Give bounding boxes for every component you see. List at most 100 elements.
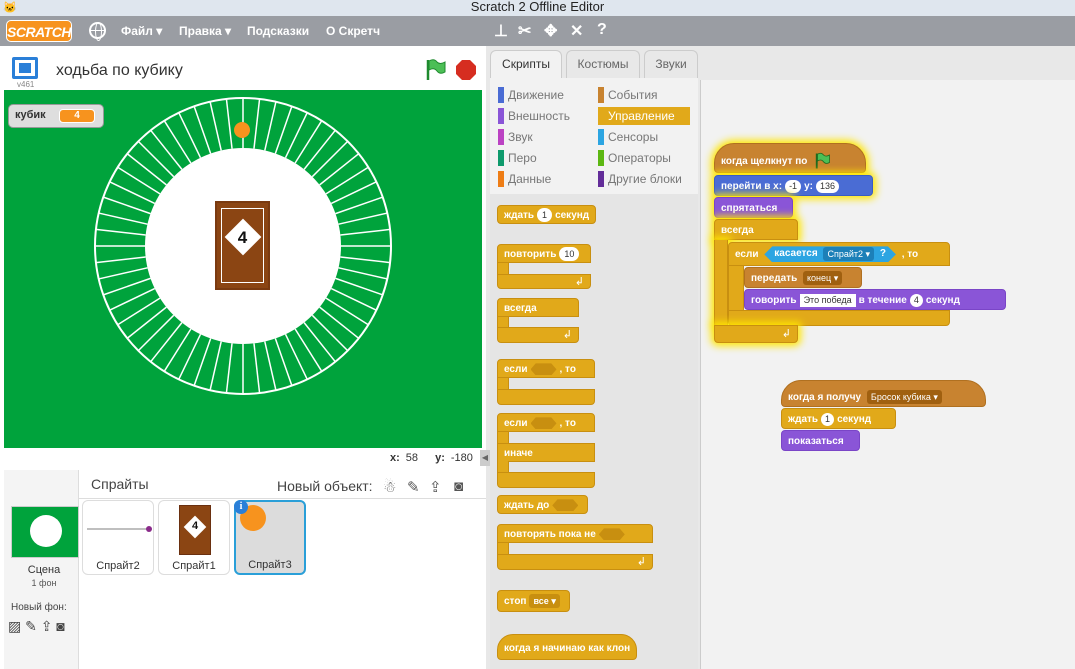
goto-xy-block[interactable]: перейти в x: -1 y: 136 (714, 175, 873, 196)
if-block[interactable]: если касается Спрайт2 ▾ ? , то (728, 242, 950, 266)
wheel-spoke (338, 212, 388, 225)
repeat-until-bottom: ↲ (497, 554, 653, 570)
block-text: если (504, 364, 528, 375)
palette-wait-block[interactable]: ждать 1 секунд (497, 205, 597, 224)
sprite-upload-icon[interactable]: ⇪ (429, 478, 442, 496)
wheel-spoke (126, 153, 167, 186)
fullscreen-icon[interactable] (12, 57, 38, 79)
scratch-logo[interactable]: SCRATCH (6, 20, 72, 42)
say-text-input[interactable]: Это победа (799, 293, 856, 307)
y-input[interactable]: 136 (815, 179, 840, 193)
dropdown-value: Бросок кубика (870, 392, 931, 403)
cat-control[interactable]: Управление (598, 107, 690, 125)
wait-input[interactable]: 1 (821, 412, 835, 426)
sprite-thumb-sprite3[interactable]: i Спрайт3 (234, 500, 306, 575)
hide-block[interactable]: спрятаться (714, 197, 793, 218)
block-text: ? (879, 248, 886, 260)
info-icon[interactable]: i (234, 500, 248, 514)
secs-input[interactable]: 4 (909, 293, 923, 307)
window-titlebar: 🐱 Scratch 2 Offline Editor (0, 0, 1075, 16)
project-title[interactable]: ходьба по кубику (56, 62, 183, 80)
wheel-spoke (150, 129, 183, 170)
language-globe-icon[interactable] (89, 22, 106, 41)
stage-canvas[interactable]: 4 кубик 4 (4, 90, 482, 448)
collapse-arrow[interactable]: ◀ (480, 450, 490, 466)
cat-events[interactable]: События (598, 86, 658, 104)
sprite-thumb-sprite1[interactable]: 4 Спрайт1 (158, 500, 230, 575)
block-text: показаться (788, 436, 844, 447)
condition-slot[interactable] (552, 499, 579, 512)
condition-slot[interactable] (598, 528, 625, 541)
dice-card-sprite[interactable]: 4 (215, 201, 270, 290)
show-block[interactable]: показаться (781, 430, 860, 451)
orange-ball-sprite[interactable] (234, 122, 250, 138)
wheel-spoke (284, 333, 308, 380)
broadcast-dropdown[interactable]: конец ▾ (803, 271, 843, 286)
broadcast-block[interactable]: передать конец ▾ (744, 267, 862, 288)
message-dropdown[interactable]: Бросок кубика ▾ (866, 390, 942, 405)
block-text: иначе (504, 448, 533, 459)
wheel-spoke (178, 112, 202, 159)
tab-costumes[interactable]: Костюмы (566, 50, 640, 78)
when-flag-clicked-block[interactable]: когда щелкнут по (714, 143, 866, 173)
menu-edit[interactable]: Правка ▾ (179, 24, 231, 38)
wait-block[interactable]: ждать 1 секунд (781, 408, 896, 429)
backdrop-upload-icon[interactable]: ⇪ (41, 618, 53, 634)
block-text: всегда (721, 225, 754, 236)
block-text: говорить (751, 295, 797, 306)
cat-sound[interactable]: Звук (498, 128, 533, 146)
cat-pen[interactable]: Перо (498, 149, 537, 167)
palette-stop-block[interactable]: стоп все ▾ (497, 590, 570, 612)
cat-operators[interactable]: Операторы (598, 149, 671, 167)
cat-data[interactable]: Данные (498, 170, 551, 188)
cat-more-blocks[interactable]: Другие блоки (598, 170, 682, 188)
help-icon[interactable]: ? (597, 21, 607, 39)
block-input[interactable]: 1 (537, 208, 553, 223)
x-input[interactable]: -1 (785, 179, 802, 193)
wheel-spoke (325, 166, 369, 195)
cat-motion[interactable]: Движение (498, 86, 564, 104)
forever-top: всегда (497, 298, 579, 317)
cat-sensing[interactable]: Сенсоры (598, 128, 658, 146)
say-for-secs-block[interactable]: говорить Это победа в течение 4 секунд (744, 289, 1006, 310)
sprite-camera-icon[interactable]: ◙ (454, 478, 463, 495)
forever-block[interactable]: всегда (714, 219, 798, 240)
sprite-library-icon[interactable]: ☃ (383, 478, 396, 496)
wheel-spoke (253, 98, 261, 149)
condition-slot[interactable] (530, 417, 557, 430)
duplicate-stamp-icon[interactable]: ⊥ (494, 21, 508, 41)
grow-icon[interactable]: ✥ (544, 21, 557, 41)
touching-dropdown[interactable]: Спрайт2 ▾ (823, 247, 874, 261)
block-text: стоп (504, 596, 527, 607)
stop-dropdown[interactable]: все ▾ (529, 594, 560, 609)
scene-thumbnail[interactable] (11, 506, 79, 558)
when-receive-block[interactable]: когда я получу Бросок кубика ▾ (781, 380, 986, 407)
menu-tips[interactable]: Подсказки (247, 24, 309, 38)
block-input[interactable]: 10 (559, 247, 580, 262)
variable-monitor[interactable]: кубик 4 (8, 104, 104, 128)
touching-block[interactable]: касается Спрайт2 ▾ ? (764, 246, 896, 262)
condition-slot[interactable] (530, 363, 557, 376)
palette-clone-hat-block[interactable]: когда я начинаю как клон (497, 634, 638, 660)
monitor-value: 4 (59, 109, 95, 123)
sprite-thumb-sprite2[interactable]: Спрайт2 (82, 500, 154, 575)
delete-scissors-icon[interactable]: ✂ (518, 21, 531, 41)
backdrop-paint-icon[interactable]: ✎ (25, 618, 37, 634)
scene-ring (30, 515, 62, 547)
wheel-spoke (126, 306, 167, 339)
sprite-paint-icon[interactable]: ✎ (407, 478, 420, 496)
backdrop-camera-icon[interactable]: ◙ (56, 618, 64, 634)
wheel-spoke (338, 267, 388, 280)
scene-panel: Сцена 1 фон Новый фон: ▨ ✎ ⇪ ◙ (4, 470, 79, 669)
stop-icon[interactable] (456, 60, 476, 80)
shrink-icon[interactable]: ✕ (570, 21, 583, 41)
backdrop-library-icon[interactable]: ▨ (8, 618, 21, 634)
tab-sounds[interactable]: Звуки (644, 50, 698, 78)
block-text: ждать (788, 414, 819, 425)
menu-about[interactable]: О Скретч (326, 24, 380, 38)
green-flag-icon[interactable] (424, 58, 446, 82)
cat-looks[interactable]: Внешность (498, 107, 570, 125)
tab-scripts[interactable]: Скрипты (490, 50, 562, 78)
menu-file[interactable]: Файл ▾ (121, 24, 162, 38)
palette-wait-until-block[interactable]: ждать до (497, 495, 589, 514)
